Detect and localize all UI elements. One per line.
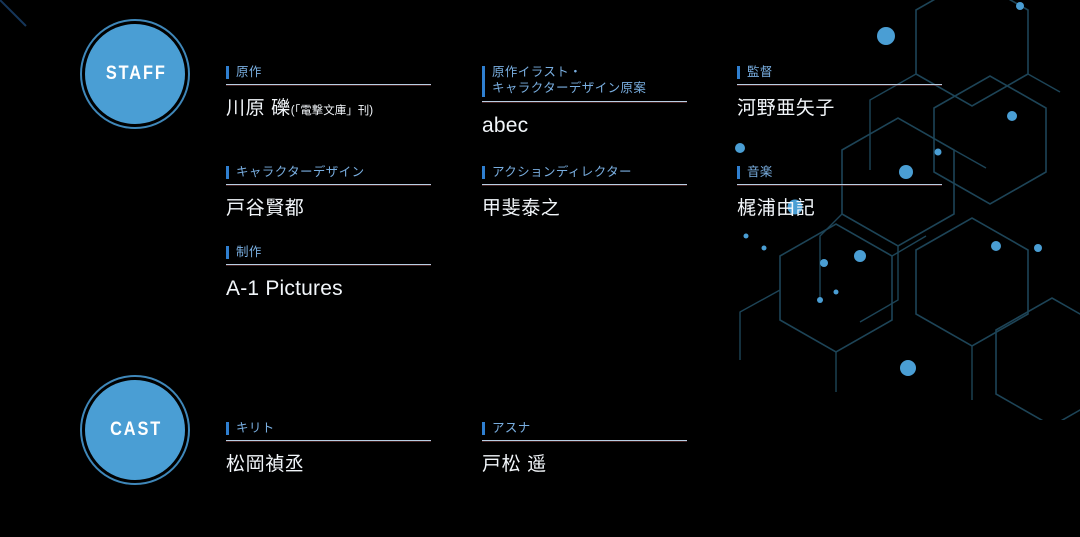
credit-item-director: 監督 河野亜矢子 (737, 64, 942, 121)
credit-item-asuna: アスナ 戸松 遥 (482, 420, 687, 477)
credit-label-row: 制作 (226, 244, 431, 260)
credit-label: キリト (236, 421, 275, 435)
staff-badge-label: STAFF (105, 63, 167, 84)
credit-value: abec (482, 114, 687, 138)
credits-page: STAFF CAST 原作 川原 礫(「電撃文庫」刊) 原作イラスト・ キャラク… (0, 0, 1080, 537)
credit-divider (226, 264, 431, 265)
credit-value: 松岡禎丞 (226, 453, 431, 477)
credit-value-main: 梶浦由記 (737, 198, 816, 219)
credit-value: 梶浦由記 (737, 197, 942, 221)
credit-value: 戸松 遥 (482, 453, 687, 477)
accent-bar-icon (482, 66, 485, 97)
credit-divider (226, 184, 431, 185)
credit-divider (226, 440, 431, 441)
accent-bar-icon (482, 422, 485, 435)
credit-value-main: 河野亜矢子 (737, 98, 836, 119)
accent-bar-icon (226, 246, 229, 259)
credit-item-production: 制作 A-1 Pictures (226, 244, 431, 301)
credit-label-row: キャラクターデザイン (226, 164, 431, 180)
credit-value: 川原 礫(「電撃文庫」刊) (226, 97, 431, 123)
credit-label: アスナ (492, 421, 531, 435)
credit-value-main: 戸松 遥 (482, 454, 547, 475)
credit-value-note: (「電撃文庫」刊) (290, 105, 374, 117)
credit-value: 戸谷賢都 (226, 197, 431, 221)
credit-divider (737, 184, 942, 185)
credit-label-row: 音楽 (737, 164, 942, 180)
credit-label-row: 原作イラスト・ キャラクターデザイン原案 (482, 64, 687, 97)
credit-divider (482, 184, 687, 185)
credit-value-main: 松岡禎丞 (226, 454, 305, 475)
accent-bar-icon (226, 66, 229, 79)
credit-value: 甲斐泰之 (482, 197, 687, 221)
credit-label: 原作イラスト・ キャラクターデザイン原案 (492, 65, 647, 95)
accent-bar-icon (737, 66, 740, 79)
corner-accent-line (0, 0, 27, 27)
credit-item-kirito: キリト 松岡禎丞 (226, 420, 431, 477)
credit-value-main: abec (482, 114, 529, 137)
cast-badge: CAST (85, 380, 185, 480)
credit-value-main: A-1 Pictures (226, 277, 343, 300)
credit-label: アクションディレクター (492, 165, 632, 179)
credit-divider (226, 84, 431, 85)
credit-label-row: キリト (226, 420, 431, 436)
credit-label-row: 監督 (737, 64, 942, 80)
credit-divider (482, 440, 687, 441)
accent-bar-icon (737, 166, 740, 179)
credit-label-row: アスナ (482, 420, 687, 436)
credit-item-character-design: キャラクターデザイン 戸谷賢都 (226, 164, 431, 221)
credit-label: 制作 (236, 245, 262, 259)
credit-item-gensaku: 原作 川原 礫(「電撃文庫」刊) (226, 64, 431, 123)
credit-label-row: 原作 (226, 64, 431, 80)
credit-value: 河野亜矢子 (737, 97, 942, 121)
credit-value-main: 川原 礫 (226, 98, 291, 119)
credit-item-action-director: アクションディレクター 甲斐泰之 (482, 164, 687, 221)
accent-bar-icon (482, 166, 485, 179)
credit-value-main: 戸谷賢都 (226, 198, 305, 219)
credit-item-music: 音楽 梶浦由記 (737, 164, 942, 221)
credit-value: A-1 Pictures (226, 277, 431, 301)
credit-label: 音楽 (747, 165, 773, 179)
credit-divider (737, 84, 942, 85)
credit-item-illustration: 原作イラスト・ キャラクターデザイン原案 abec (482, 64, 687, 138)
credit-value-main: 甲斐泰之 (482, 198, 561, 219)
accent-bar-icon (226, 422, 229, 435)
cast-badge-label: CAST (109, 419, 162, 440)
credit-divider (482, 101, 687, 102)
accent-bar-icon (226, 166, 229, 179)
credit-label-row: アクションディレクター (482, 164, 687, 180)
credit-label: キャラクターデザイン (236, 165, 365, 179)
credit-label: 原作 (236, 65, 262, 79)
staff-badge: STAFF (85, 24, 185, 124)
credit-label: 監督 (747, 65, 773, 79)
